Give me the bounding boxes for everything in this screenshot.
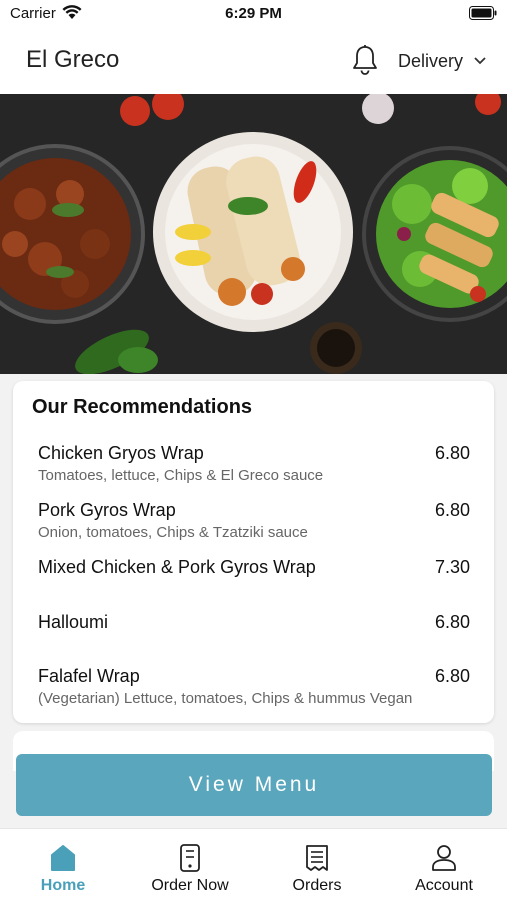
menu-item-mixed-gyros-wrap[interactable]: Mixed Chicken & Pork Gyros Wrap 7.30 (38, 557, 470, 587)
menu-item-price: 6.80 (434, 443, 470, 463)
tab-orders[interactable]: Orders (254, 829, 380, 900)
hero-food-image (0, 94, 507, 374)
menu-item-falafel-wrap[interactable]: Falafel Wrap 6.80 (Vegetarian) Lettuce, … (38, 666, 470, 710)
menu-item-halloumi[interactable]: Halloumi 6.80 (38, 612, 470, 642)
delivery-mode-select[interactable]: Delivery (398, 48, 487, 74)
bell-icon[interactable] (350, 44, 380, 76)
status-bar: Carrier 6:29 PM (0, 0, 507, 28)
order-now-icon (180, 844, 200, 872)
menu-item-name: Falafel Wrap (38, 666, 140, 686)
menu-item-pork-gyros-wrap[interactable]: Pork Gyros Wrap 6.80 Onion, tomatoes, Ch… (38, 500, 470, 544)
menu-item-price: 6.80 (434, 612, 470, 632)
tab-label: Account (415, 877, 473, 894)
menu-item-chicken-gyros-wrap[interactable]: Chicken Gryos Wrap 6.80 Tomatoes, lettuc… (38, 443, 470, 487)
recommendations-title: Our Recommendations (32, 396, 253, 418)
tab-label: Order Now (151, 877, 229, 894)
menu-item-description: (Vegetarian) Lettuce, tomatoes, Chips & … (38, 690, 413, 707)
view-menu-button[interactable]: View Menu (16, 754, 492, 816)
tab-order-now[interactable]: Order Now (127, 829, 253, 900)
menu-item-description: Onion, tomatoes, Chips & Tzatziki sauce (38, 524, 308, 541)
status-time: 6:29 PM (225, 5, 282, 22)
menu-item-price: 7.30 (434, 557, 470, 577)
tab-account[interactable]: Account (381, 829, 507, 900)
menu-item-price: 6.80 (434, 500, 470, 520)
menu-item-price: 6.80 (434, 666, 470, 686)
recommendations-card: Our Recommendations Chicken Gryos Wrap 6… (13, 381, 494, 723)
tab-label: Home (40, 877, 86, 894)
battery-icon (469, 6, 497, 20)
app-header: El Greco Delivery (0, 28, 507, 94)
restaurant-title: El Greco (26, 46, 120, 73)
hero-food-illustration (0, 94, 507, 374)
delivery-mode-label: Delivery (398, 50, 464, 71)
menu-item-name: Halloumi (38, 612, 109, 632)
menu-item-name: Pork Gyros Wrap (38, 500, 176, 520)
bottom-tab-bar: Home Order Now Orders Account (0, 828, 507, 900)
menu-item-description: Tomatoes, lettuce, Chips & El Greco sauc… (38, 467, 324, 484)
user-icon (432, 845, 456, 871)
menu-item-name: Chicken Gryos Wrap (38, 443, 204, 463)
tab-home[interactable]: Home (0, 829, 126, 900)
receipt-icon (306, 845, 328, 871)
tab-label: Orders (292, 877, 342, 894)
home-icon (51, 845, 75, 871)
chevron-down-icon (474, 57, 486, 65)
menu-item-name: Mixed Chicken & Pork Gyros Wrap (38, 557, 316, 577)
